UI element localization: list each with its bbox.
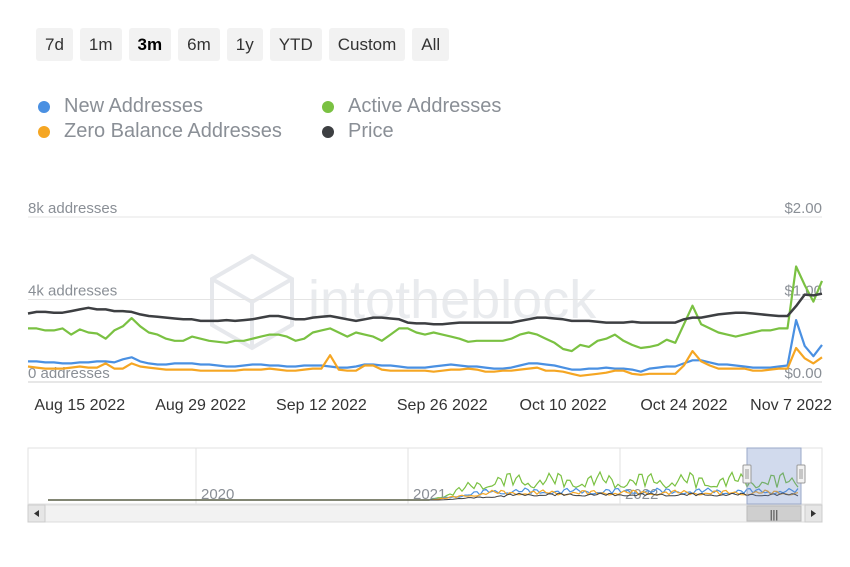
y-axis-left: 0 addresses4k addresses8k addresses xyxy=(28,200,117,382)
x-tick-label: Nov 7 2022 xyxy=(750,397,832,414)
navigator-handle-right[interactable] xyxy=(796,464,806,484)
scroll-right-button[interactable] xyxy=(804,504,823,523)
chart-area: intotheblock 0 addresses4k addresses8k a… xyxy=(27,200,832,523)
x-tick-label: Oct 10 2022 xyxy=(520,397,607,414)
x-tick-label: Aug 15 2022 xyxy=(34,397,125,414)
navigator[interactable]: 2020 2021 2022||| xyxy=(27,447,823,523)
navigator-handle-left[interactable] xyxy=(742,464,752,484)
y-left-tick-label: 4k addresses xyxy=(28,283,117,300)
x-tick-label: Sep 12 2022 xyxy=(276,397,367,414)
x-tick-label: Aug 29 2022 xyxy=(155,397,246,414)
y-right-tick-label: $0.00 xyxy=(784,365,822,382)
x-tick-label: Oct 24 2022 xyxy=(640,397,727,414)
y-left-tick-label: 8k addresses xyxy=(28,200,117,217)
y-right-tick-label: $2.00 xyxy=(784,200,822,217)
grid xyxy=(28,216,822,383)
scrollbar-thumb[interactable]: ||| xyxy=(746,505,802,522)
x-axis: Aug 15 2022 Aug 29 2022 Sep 12 2022 Sep 26 … xyxy=(34,397,832,414)
scroll-left-button[interactable] xyxy=(27,504,46,523)
scroll-grip-icon: ||| xyxy=(770,509,779,521)
navigator-selection[interactable] xyxy=(746,447,802,505)
scrollbar-track[interactable] xyxy=(27,504,823,523)
x-tick-label: Sep 26 2022 xyxy=(397,397,488,414)
